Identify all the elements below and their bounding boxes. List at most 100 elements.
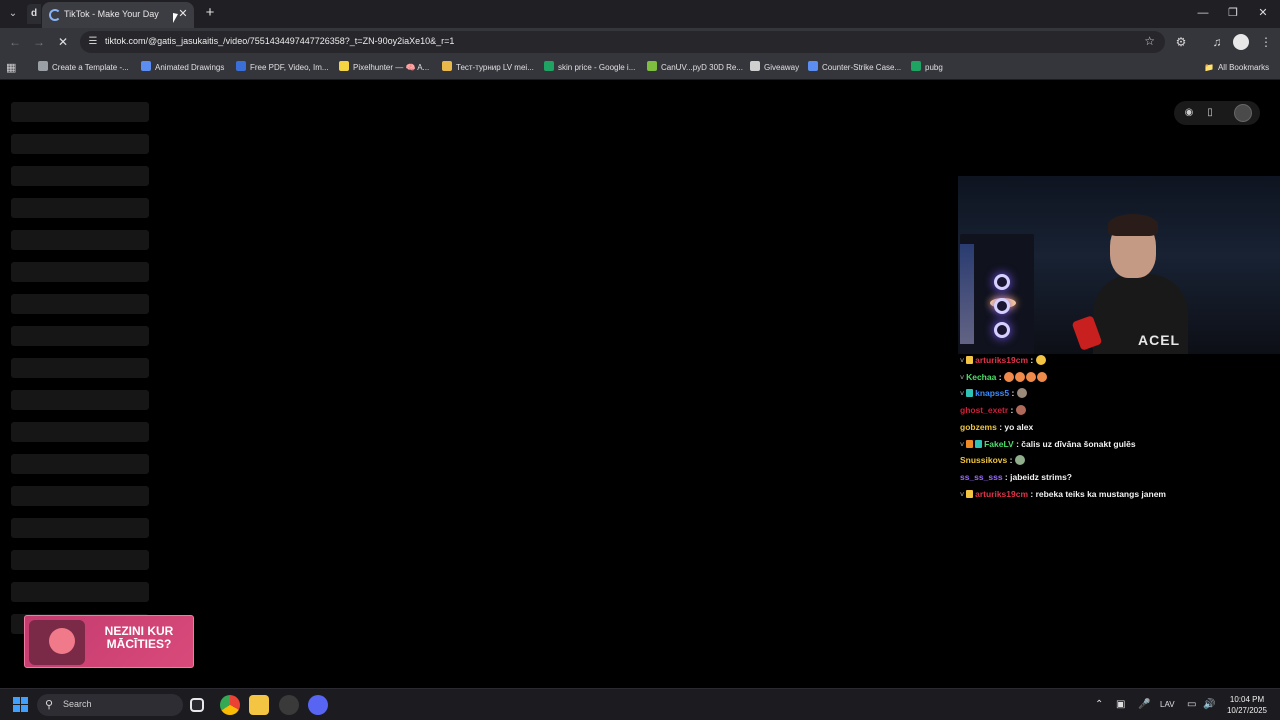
chat-badge-icon bbox=[966, 356, 974, 364]
bookmark-favicon-icon bbox=[236, 61, 246, 71]
bookmark-label: Pixelhunter — 🧠 A... bbox=[353, 63, 430, 72]
promo-mascot bbox=[29, 620, 85, 665]
chat-separator: : bbox=[1009, 388, 1017, 399]
bookmark-item[interactable]: Free PDF, Video, Im... bbox=[236, 61, 329, 75]
tray-overflow-icon[interactable]: ⌃ bbox=[1095, 698, 1103, 712]
chat-username[interactable]: ghost_exetr bbox=[960, 405, 1008, 415]
all-bookmarks-button[interactable]: 📁 All Bookmarks bbox=[1204, 61, 1269, 75]
tab-search-chevron-icon[interactable]: ⌄ bbox=[5, 6, 21, 22]
apps-grid-icon[interactable]: ▦ bbox=[6, 61, 16, 75]
search-icon: ⚲ bbox=[45, 699, 54, 711]
rgb-strip bbox=[960, 244, 974, 344]
skeleton-placeholder bbox=[11, 294, 149, 314]
skeleton-placeholder bbox=[11, 166, 149, 186]
chat-message: ˅ arturiks19cm : bbox=[960, 353, 1047, 367]
task-view-icon[interactable] bbox=[190, 698, 204, 712]
bookmark-favicon-icon bbox=[141, 61, 151, 71]
chat-username[interactable]: Snussikovs bbox=[960, 455, 1007, 465]
mouse-cursor-icon bbox=[173, 13, 178, 23]
display-icon[interactable]: ▭ bbox=[1187, 698, 1196, 712]
bookmark-item[interactable]: Counter-Strike Case... bbox=[808, 61, 901, 75]
skeleton-placeholder bbox=[11, 102, 149, 122]
site-info-icon[interactable]: ☰ bbox=[86, 35, 100, 49]
chrome-icon[interactable] bbox=[220, 695, 240, 715]
network-icon[interactable]: ▣ bbox=[1116, 698, 1125, 712]
shirt-text: ACEL bbox=[1138, 332, 1181, 348]
new-tab-button[interactable]: + bbox=[202, 4, 218, 22]
bookmark-item[interactable]: skin price - Google i... bbox=[544, 61, 635, 75]
device-icon[interactable]: ▯ bbox=[1203, 106, 1217, 120]
bookmark-favicon-icon bbox=[339, 61, 349, 71]
bookmark-favicon-icon bbox=[808, 61, 818, 71]
active-tab[interactable]: TikTok - Make Your Day ✕ bbox=[42, 2, 194, 28]
chat-message-text: čalis uz dīvāna šonakt gulēs bbox=[1021, 438, 1136, 449]
profile-avatar-icon[interactable] bbox=[1233, 34, 1249, 50]
chat-message: ˅ Kechaa : bbox=[960, 370, 1048, 384]
bookmark-item[interactable]: CanUV...pyD 30D Re... bbox=[647, 61, 743, 75]
bookmark-item[interactable]: Pixelhunter — 🧠 A... bbox=[339, 61, 429, 75]
user-avatar[interactable] bbox=[1234, 104, 1252, 122]
chat-separator: : bbox=[1002, 471, 1011, 482]
tab-close-icon[interactable]: ✕ bbox=[177, 7, 189, 21]
chat-badge-icon bbox=[966, 439, 974, 448]
skeleton-placeholder bbox=[11, 454, 149, 474]
pc-case bbox=[960, 234, 1034, 354]
url-text[interactable]: tiktok.com/@gatis_jasukaitis_/video/7551… bbox=[105, 36, 454, 46]
rgb-fan bbox=[994, 298, 1010, 314]
skeleton-placeholder bbox=[11, 326, 149, 346]
chat-badge-icon bbox=[966, 389, 974, 398]
stop-loading-icon[interactable]: ✕ bbox=[54, 33, 72, 51]
chat-message: ˅ knapss5 : bbox=[960, 386, 1028, 400]
chat-username[interactable]: ss_ss_sss bbox=[960, 472, 1003, 482]
skeleton-placeholder bbox=[11, 582, 149, 602]
minimize-icon[interactable]: — bbox=[1196, 6, 1210, 20]
top-actions-pill: ◉ ▯ bbox=[1174, 101, 1260, 125]
microphone-icon[interactable]: 🎤 bbox=[1138, 698, 1150, 712]
chat-username[interactable]: knapss5 bbox=[975, 388, 1009, 398]
discord-icon[interactable] bbox=[308, 695, 328, 715]
chat-username[interactable]: arturiks19cm bbox=[975, 489, 1028, 499]
restore-icon[interactable]: ❐ bbox=[1226, 6, 1240, 20]
chat-username[interactable]: arturiks19cm bbox=[975, 355, 1028, 365]
taskbar-search[interactable]: ⚲ Search bbox=[37, 694, 183, 716]
compass-icon[interactable]: ◉ bbox=[1182, 106, 1196, 120]
chat-badge-icon bbox=[966, 489, 974, 498]
address-bar[interactable]: ☰ tiktok.com/@gatis_jasukaitis_/video/75… bbox=[80, 31, 1165, 53]
windows-start-icon[interactable] bbox=[13, 697, 29, 713]
more-menu-icon[interactable]: ⋮ bbox=[1257, 33, 1275, 51]
chat-separator: : bbox=[1028, 488, 1036, 499]
taskbar-clock[interactable]: 10:04 PM 10/27/2025 bbox=[1222, 694, 1272, 716]
chat-username[interactable]: FakeLV bbox=[984, 439, 1014, 449]
emote-icon bbox=[1014, 371, 1025, 382]
chat-username[interactable]: gobzems bbox=[960, 422, 997, 432]
all-bookmarks-label: All Bookmarks bbox=[1217, 63, 1270, 72]
bookmark-item[interactable]: Giveaway bbox=[750, 61, 799, 75]
emote-icon bbox=[1014, 455, 1025, 466]
pinned-tab[interactable]: d bbox=[27, 4, 41, 24]
bookmark-label: CanUV...pyD 30D Re... bbox=[661, 63, 743, 72]
promo-banner[interactable]: NEZINI KUR MĀCĪTIES? bbox=[24, 615, 194, 668]
window-close-icon[interactable]: ✕ bbox=[1256, 6, 1270, 20]
chevron-badge-icon: ˅ bbox=[960, 391, 965, 399]
emote-icon bbox=[1036, 371, 1047, 382]
bookmark-item[interactable]: Тест-турнир LV mei... bbox=[442, 61, 534, 75]
bookmark-star-icon[interactable]: ☆ bbox=[1144, 34, 1155, 48]
media-controls-icon[interactable]: ♫ bbox=[1208, 33, 1226, 51]
volume-icon[interactable]: 🔊 bbox=[1203, 698, 1215, 712]
back-icon[interactable]: ← bbox=[6, 33, 24, 51]
forward-icon[interactable]: → bbox=[30, 33, 48, 51]
bookmark-item[interactable]: Animated Drawings bbox=[141, 61, 224, 75]
bookmarks-bar: ▦ Create a Template -... Animated Drawin… bbox=[0, 56, 1280, 80]
chevron-badge-icon: ˅ bbox=[960, 441, 965, 449]
obs-icon[interactable] bbox=[279, 695, 299, 715]
chat-username[interactable]: Kechaa bbox=[966, 372, 996, 382]
emote-icon bbox=[1003, 371, 1014, 382]
chat-message-text: yo alex bbox=[1004, 421, 1034, 432]
bookmark-item[interactable]: pubg bbox=[911, 61, 943, 75]
file-explorer-icon[interactable] bbox=[249, 695, 269, 715]
rgb-fan bbox=[994, 322, 1010, 338]
extensions-icon[interactable]: ⚙ bbox=[1172, 33, 1190, 51]
emote-icon bbox=[1016, 388, 1027, 399]
bookmark-item[interactable]: Create a Template -... bbox=[38, 61, 129, 75]
language-indicator[interactable]: LAV bbox=[1160, 698, 1175, 712]
